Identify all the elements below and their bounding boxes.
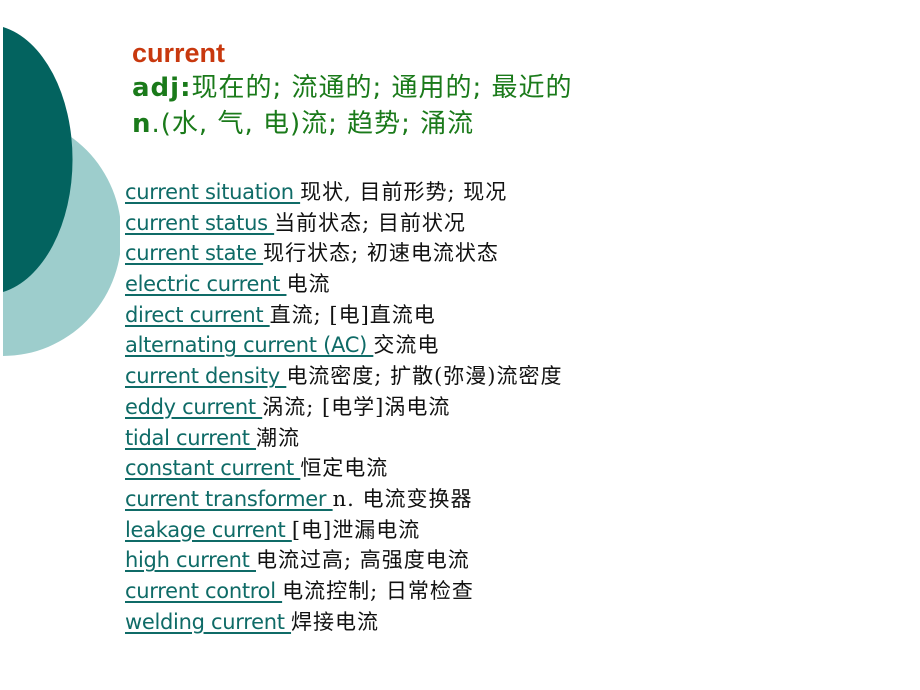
- phrase-translation: 电流控制; 日常检查: [282, 578, 474, 603]
- part-of-speech: adj: [132, 73, 181, 103]
- phrase-translation: 焊接电流: [291, 609, 380, 634]
- phrase-item: current density 电流密度; 扩散(弥漫)流密度: [125, 361, 562, 392]
- phrase-item: tidal current 潮流: [125, 423, 562, 454]
- phrase-translation: 现行状态; 初速电流状态: [263, 241, 499, 266]
- phrase-translation: 涡流; [电学]涡电流: [262, 394, 451, 419]
- phrase-translation: n. 电流变换器: [332, 486, 473, 511]
- phrase-item: current status 当前状态; 目前状况: [125, 208, 562, 239]
- phrase-link[interactable]: direct current: [125, 303, 270, 327]
- phrase-link[interactable]: tidal current: [125, 426, 256, 450]
- phrase-link[interactable]: welding current: [125, 610, 291, 634]
- phrase-translation: 现状, 目前形势; 现况: [300, 180, 508, 204]
- phrase-link[interactable]: leakage current: [125, 518, 292, 542]
- phrase-item: current transformer n. 电流变换器: [125, 484, 562, 515]
- phrase-item: high current 电流过高; 高强度电流: [125, 545, 562, 576]
- phrase-item: electric current 电流: [125, 269, 562, 300]
- phrase-item: current control 电流控制; 日常检查: [125, 576, 562, 607]
- phrase-link[interactable]: alternating current (AC): [125, 333, 373, 357]
- headword: current: [132, 38, 226, 68]
- phrase-item: welding current 焊接电流: [125, 607, 562, 638]
- phrase-translation: 交流电: [373, 333, 440, 358]
- phrase-link[interactable]: current transformer: [125, 487, 333, 511]
- phrase-translation: 直流; [电]直流电: [269, 302, 436, 327]
- part-of-speech: n: [132, 109, 152, 139]
- phrase-translation: 电流: [286, 272, 331, 297]
- phrase-link[interactable]: current density: [125, 364, 286, 388]
- phrase-translation: 当前状态; 目前状况: [274, 210, 466, 235]
- phrase-link[interactable]: current state: [125, 241, 263, 265]
- phrase-list: current situation 现状, 目前形势; 现况 current s…: [125, 177, 562, 637]
- phrase-link[interactable]: current control: [125, 579, 282, 603]
- phrase-translation: [电]泄漏电流: [291, 517, 421, 542]
- pos-separator: :: [180, 73, 192, 103]
- phrase-item: alternating current (AC) 交流电: [125, 330, 562, 361]
- phrase-link[interactable]: electric current: [125, 272, 286, 296]
- phrase-translation: 电流密度; 扩散(弥漫)流密度: [286, 364, 563, 389]
- phrase-link[interactable]: constant current: [125, 456, 300, 480]
- phrase-translation: 电流过高; 高强度电流: [256, 548, 470, 573]
- phrase-item: direct current 直流; [电]直流电: [125, 300, 562, 331]
- phrase-item: constant current 恒定电流: [125, 453, 562, 484]
- phrase-item: current situation 现状, 目前形势; 现况: [125, 177, 562, 208]
- phrase-item: current state 现行状态; 初速电流状态: [125, 238, 562, 269]
- phrase-item: eddy current 涡流; [电学]涡电流: [125, 392, 562, 423]
- phrase-item: leakage current [电]泄漏电流: [125, 515, 562, 546]
- phrase-link[interactable]: current situation: [125, 180, 300, 204]
- phrase-link[interactable]: current status: [125, 211, 274, 235]
- decorative-circles: [3, 27, 120, 356]
- definition-noun: n.(水, 气, 电)流; 趋势; 涌流: [132, 106, 573, 142]
- phrase-translation: 恒定电流: [300, 456, 389, 481]
- phrase-translation: 潮流: [256, 425, 301, 450]
- pos-separator: .: [151, 109, 161, 139]
- definition-adj: adj:现在的; 流通的; 通用的; 最近的: [132, 70, 573, 106]
- definition-meaning: (水, 气, 电)流; 趋势; 涌流: [160, 109, 475, 139]
- definition-meaning: 现在的; 流通的; 通用的; 最近的: [191, 73, 573, 103]
- phrase-link[interactable]: eddy current: [125, 395, 262, 419]
- entry-header: current adj:现在的; 流通的; 通用的; 最近的 n.(水, 气, …: [132, 36, 573, 142]
- phrase-link[interactable]: high current: [125, 548, 256, 572]
